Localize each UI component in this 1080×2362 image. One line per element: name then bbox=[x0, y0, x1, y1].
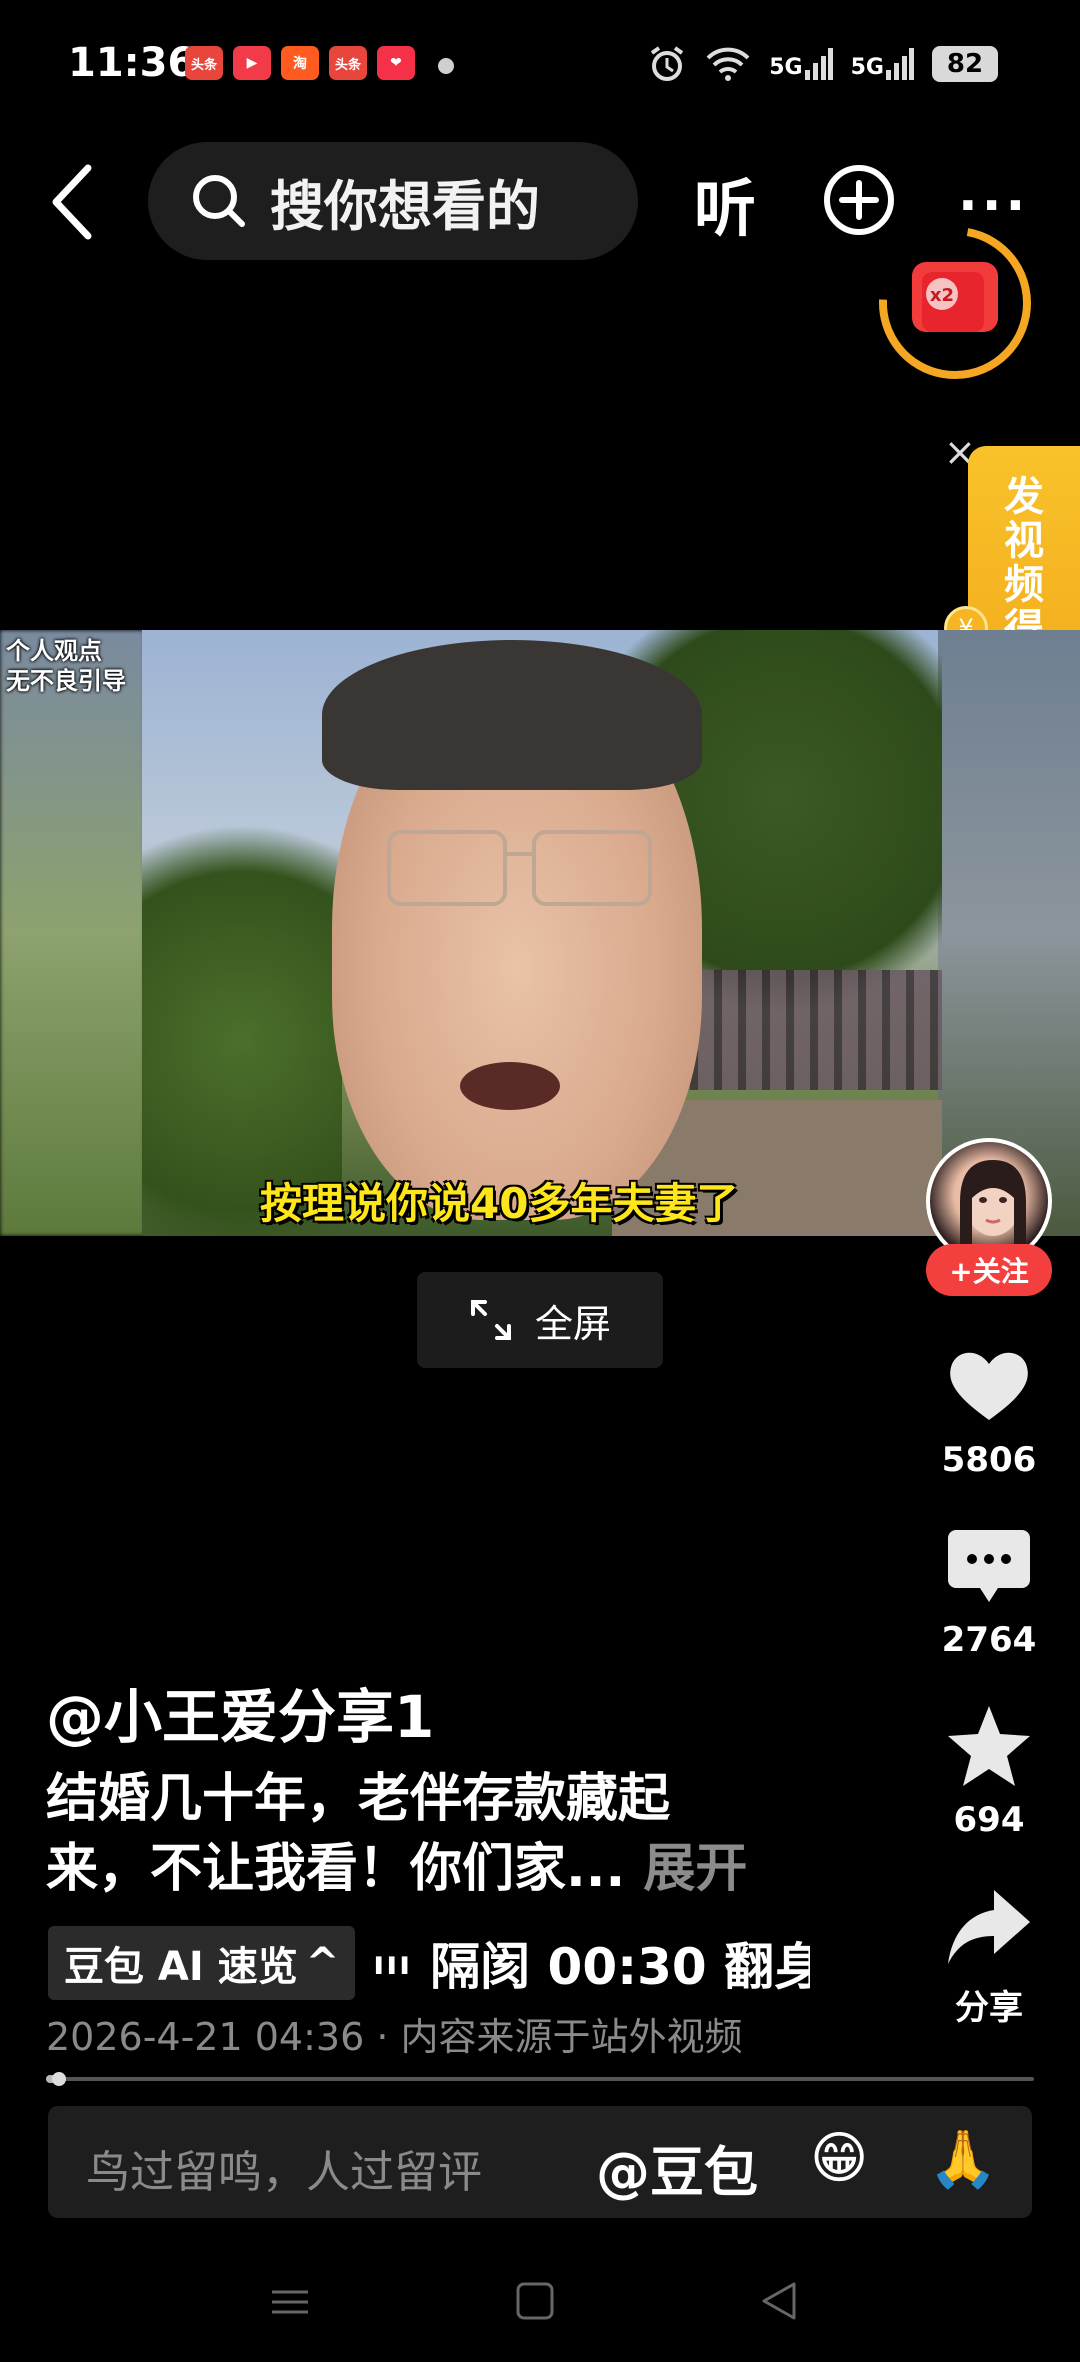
grin-emoji-button[interactable]: 😁 bbox=[810, 2126, 868, 2191]
video-app-icon: ▶ bbox=[233, 46, 271, 80]
expand-link[interactable]: 展开 bbox=[643, 1839, 747, 1899]
watermark-line-2: 无不良引导 bbox=[6, 667, 126, 695]
share-arrow-icon[interactable] bbox=[944, 1884, 1034, 1974]
glasses-bridge bbox=[504, 852, 536, 856]
status-indicators: 5G 5G 82 bbox=[647, 44, 998, 84]
video-frame bbox=[142, 630, 942, 1236]
author-name[interactable]: @小王爱分享1 bbox=[46, 1670, 434, 1754]
favorite-count: 694 bbox=[953, 1800, 1025, 1840]
video-watermark: 个人观点 无不良引导 bbox=[6, 636, 126, 696]
progress-thumb[interactable] bbox=[51, 2072, 66, 2086]
share-label: 分享 bbox=[955, 1988, 1023, 2028]
speaker-hair bbox=[322, 640, 702, 790]
watermark-line-1: 个人观点 bbox=[6, 637, 102, 665]
favorite-star-icon[interactable] bbox=[944, 1702, 1034, 1792]
video-subtitle: 按理说你说40多年夫妻了 bbox=[260, 1179, 739, 1228]
notification-icons: 头条 ▶ 淘 头条 ❤ bbox=[185, 46, 415, 80]
promo-char: 发 bbox=[1004, 474, 1044, 520]
ai-summary-marquee: 隔阂 00:30 翻身 bbox=[430, 1938, 811, 1996]
audio-bars-icon: ııı bbox=[373, 1944, 413, 1982]
system-nav-bar bbox=[272, 2282, 796, 2320]
status-time: 11:36 bbox=[68, 40, 196, 86]
toutiao-app-icon-2: 头条 bbox=[329, 46, 367, 80]
home-nav-icon[interactable] bbox=[516, 2282, 554, 2320]
comment-icon[interactable] bbox=[944, 1522, 1034, 1612]
ai-summary-chip[interactable]: 豆包 AI 速览 ^ bbox=[48, 1926, 356, 2000]
pray-emoji-button[interactable]: 🙏 bbox=[928, 2126, 998, 2192]
promo-char: 频 bbox=[1004, 562, 1044, 608]
red-packet-reward-button[interactable]: x2 bbox=[876, 224, 1034, 382]
video-player[interactable]: 个人观点 无不良引导 按理说你说40多年夫妻了 bbox=[0, 630, 1080, 1236]
menu-nav-icon[interactable] bbox=[272, 2290, 308, 2314]
red-packet-badge: x2 bbox=[930, 285, 954, 306]
video-tree-left bbox=[142, 750, 342, 1236]
comment-count: 2764 bbox=[941, 1620, 1037, 1660]
battery-indicator: 82 bbox=[932, 46, 998, 82]
fullscreen-button[interactable]: 全屏 bbox=[417, 1272, 663, 1368]
like-count: 5806 bbox=[941, 1440, 1037, 1480]
search-bar[interactable]: 搜你想看的 bbox=[148, 142, 638, 260]
expand-icon bbox=[470, 1300, 511, 1340]
search-placeholder: 搜你想看的 bbox=[270, 174, 540, 238]
more-notifications-dot-icon bbox=[438, 58, 454, 74]
signal-5g-1-icon: 5G bbox=[769, 48, 833, 80]
follow-button[interactable]: +关注 bbox=[926, 1244, 1052, 1296]
signal-5g-2-icon: 5G bbox=[851, 48, 914, 80]
back-button[interactable] bbox=[48, 162, 98, 242]
description-line-1: 结婚几十年，老伴存款藏起 bbox=[46, 1769, 671, 1829]
like-heart-icon[interactable] bbox=[944, 1340, 1034, 1430]
description-line-2: 来，不让我看！你们家... bbox=[46, 1839, 626, 1899]
mention-doubao-button[interactable]: @豆包 bbox=[596, 2128, 758, 2207]
promo-char: 视 bbox=[1004, 518, 1044, 564]
glasses-right bbox=[532, 830, 652, 906]
comment-placeholder[interactable]: 鸟过留鸣，人过留评 bbox=[86, 2136, 482, 2200]
listen-button[interactable]: 听 bbox=[694, 158, 756, 248]
search-icon bbox=[193, 175, 245, 227]
post-meta: 2026-4-21 04:36 · 内容来源于站外视频 bbox=[46, 2015, 743, 2059]
back-nav-icon[interactable] bbox=[762, 2282, 796, 2320]
glasses-left bbox=[387, 830, 507, 906]
wifi-icon bbox=[706, 47, 750, 81]
taobao-app-icon: 淘 bbox=[281, 46, 319, 80]
ai-summary-label: 豆包 AI 速览 bbox=[64, 1944, 298, 1990]
toutiao-app-icon: 头条 bbox=[185, 46, 223, 80]
heart-app-icon: ❤ bbox=[377, 46, 415, 80]
video-blur-left bbox=[0, 630, 145, 1236]
alarm-icon bbox=[651, 46, 684, 81]
video-description[interactable]: 结婚几十年，老伴存款藏起 来，不让我看！你们家... 展开 bbox=[46, 1764, 826, 1904]
speaker-mouth bbox=[460, 1062, 560, 1110]
fullscreen-label: 全屏 bbox=[534, 1301, 611, 1346]
chevron-up-icon: ^ bbox=[305, 1940, 340, 1986]
progress-track[interactable] bbox=[46, 2077, 1034, 2081]
ai-summary-row[interactable]: 豆包 AI 速览 ^ ııı 隔阂 00:30 翻身 bbox=[48, 1926, 810, 2000]
